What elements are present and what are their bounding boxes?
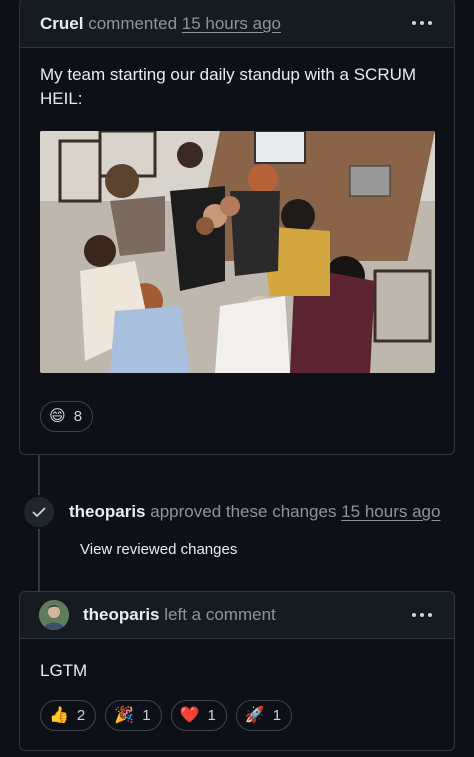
thumbs-up-emoji-icon: 👍: [49, 706, 69, 724]
reactions-bar: 👍 2 🎉 1 ❤️ 1 🚀 1: [20, 700, 312, 731]
comment-header: theoparis left a comment: [20, 592, 454, 639]
reaction-count: 1: [142, 707, 151, 724]
reaction-count: 8: [73, 408, 83, 425]
standup-photo: [40, 131, 435, 373]
kebab-horizontal-icon[interactable]: [412, 21, 432, 25]
comment-action: commented: [88, 14, 178, 33]
comment-author[interactable]: theoparis: [83, 605, 160, 625]
reaction-count: 1: [207, 707, 216, 724]
rocket-emoji-icon: 🚀: [244, 706, 265, 724]
reaction-count: 1: [272, 707, 282, 724]
comment-body: LGTM: [20, 639, 454, 683]
reaction-count: 2: [76, 707, 86, 724]
comment-action: left a comment: [164, 605, 276, 624]
comment-timestamp[interactable]: 15 hours ago: [182, 14, 281, 34]
comment-author[interactable]: Cruel: [40, 14, 83, 34]
comment-text: My team starting our daily standup with …: [40, 65, 417, 108]
reaction-rocket[interactable]: 🚀 1: [235, 700, 293, 731]
check-icon: [22, 495, 56, 529]
reaction-smile[interactable]: 😄 8: [40, 401, 94, 432]
smile-emoji-icon: 😄: [49, 407, 66, 425]
review-event: theoparis approved these changes 15 hour…: [22, 495, 440, 529]
view-reviewed-changes-link[interactable]: View reviewed changes: [80, 541, 237, 558]
heart-emoji-icon: ❤️: [179, 706, 200, 724]
reaction-heart[interactable]: ❤️ 1: [170, 700, 227, 731]
kebab-horizontal-icon[interactable]: [412, 613, 432, 617]
comment-card: theoparis left a comment LGTM 👍 2 🎉 1 ❤️…: [19, 591, 455, 751]
review-author[interactable]: theoparis: [69, 502, 146, 522]
comment-card: Cruel commented 15 hours ago My team sta…: [19, 0, 455, 455]
comment-text: LGTM: [40, 661, 88, 680]
tada-emoji-icon: 🎉: [114, 706, 135, 724]
avatar[interactable]: [39, 600, 69, 630]
reaction-thumbs-up[interactable]: 👍 2: [40, 700, 97, 731]
review-action: approved these changes: [150, 502, 337, 521]
review-timestamp[interactable]: 15 hours ago: [341, 502, 440, 522]
reactions-bar: 😄 8: [20, 401, 113, 432]
reaction-tada[interactable]: 🎉 1: [105, 700, 162, 731]
comment-header: Cruel commented 15 hours ago: [20, 0, 454, 48]
comment-body: My team starting our daily standup with …: [20, 48, 454, 373]
